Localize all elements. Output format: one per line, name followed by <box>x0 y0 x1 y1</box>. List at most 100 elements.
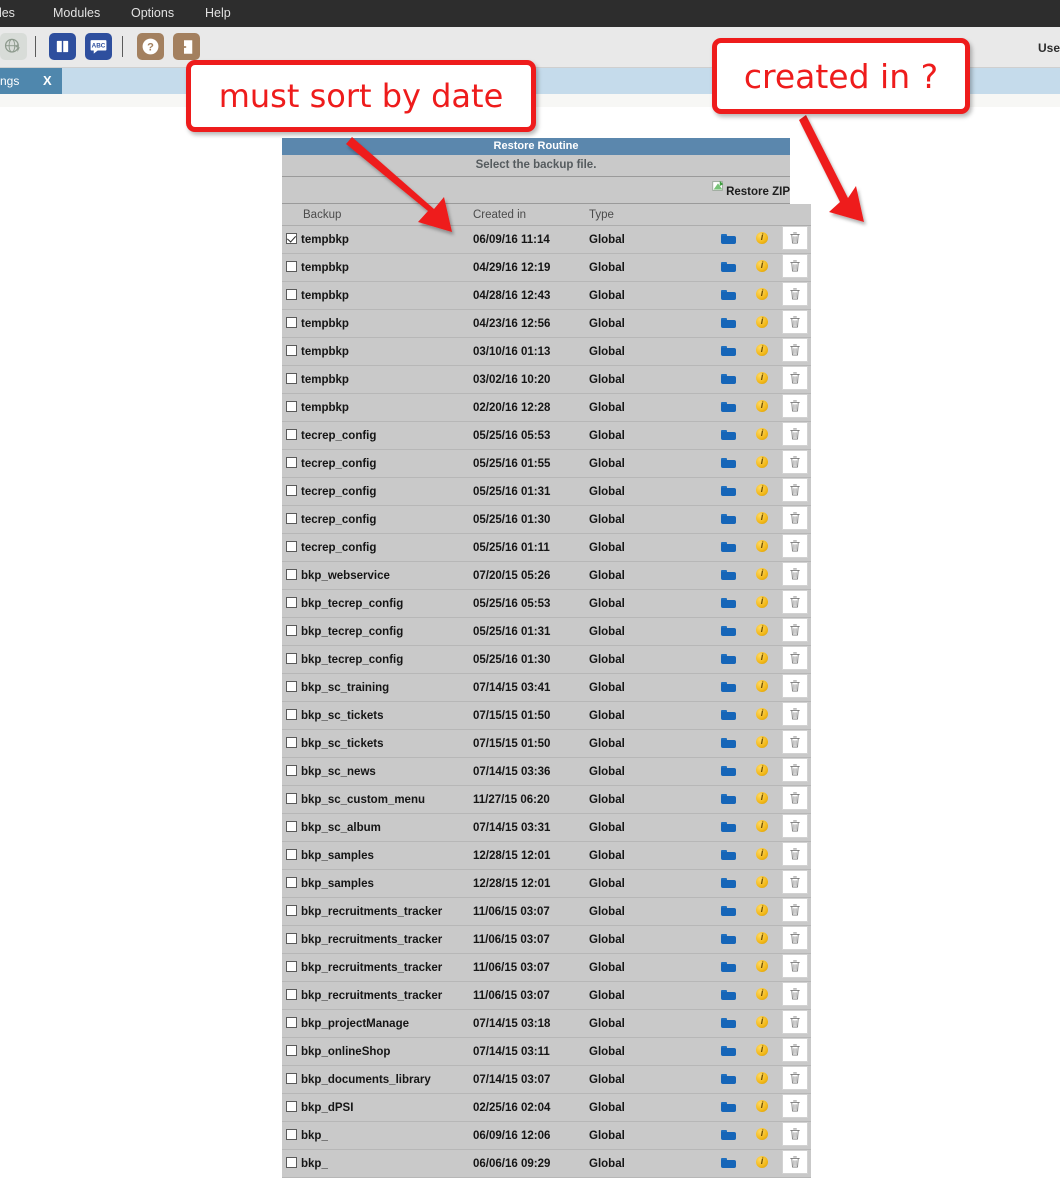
delete-button[interactable] <box>782 674 808 698</box>
row-checkbox[interactable] <box>286 905 297 916</box>
table-row[interactable]: bkp_sc_custom_menu 11/27/15 06:20 Global <box>282 785 811 814</box>
info-icon[interactable] <box>756 623 768 636</box>
table-row[interactable]: tecrep_config 05/25/16 01:11 Global <box>282 533 811 562</box>
table-row[interactable]: bkp_recruitments_tracker 11/06/15 03:07 Gl… <box>282 897 811 926</box>
delete-button[interactable] <box>782 1010 808 1034</box>
info-icon[interactable] <box>756 679 768 692</box>
row-checkbox[interactable] <box>286 989 297 1000</box>
delete-button[interactable] <box>782 422 808 446</box>
folder-icon[interactable] <box>720 625 736 636</box>
folder-icon[interactable] <box>720 1073 736 1084</box>
row-checkbox[interactable] <box>286 1017 297 1028</box>
info-icon[interactable] <box>756 1099 768 1112</box>
delete-button[interactable] <box>782 898 808 922</box>
info-icon[interactable] <box>756 1071 768 1084</box>
info-icon[interactable] <box>756 539 768 552</box>
column-header-created-in[interactable]: Created in <box>473 204 589 226</box>
row-checkbox[interactable] <box>286 1129 297 1140</box>
table-row[interactable]: bkp_samples 12/28/15 12:01 Global <box>282 841 811 870</box>
delete-button[interactable] <box>782 730 808 754</box>
row-checkbox[interactable] <box>286 1073 297 1084</box>
table-row[interactable]: bkp_tecrep_config 05/25/16 05:53 Global <box>282 589 811 618</box>
row-checkbox[interactable] <box>286 793 297 804</box>
folder-icon[interactable] <box>720 317 736 328</box>
menu-item-options[interactable]: Options <box>131 0 174 27</box>
delete-button[interactable] <box>782 226 808 250</box>
info-icon[interactable] <box>756 287 768 300</box>
table-row[interactable]: bkp_tecrep_config 05/25/16 01:31 Global <box>282 617 811 646</box>
table-row[interactable]: bkp_webservice 07/20/15 05:26 Global <box>282 561 811 590</box>
row-checkbox[interactable] <box>286 681 297 692</box>
delete-button[interactable] <box>782 506 808 530</box>
info-icon[interactable] <box>756 315 768 328</box>
tab-settings[interactable]: tings X <box>0 68 62 94</box>
menu-item-modules[interactable]: Modules <box>53 0 100 27</box>
menu-item-help[interactable]: Help <box>205 0 231 27</box>
folder-icon[interactable] <box>720 681 736 692</box>
delete-button[interactable] <box>782 982 808 1006</box>
delete-button[interactable] <box>782 534 808 558</box>
delete-button[interactable] <box>782 282 808 306</box>
folder-icon[interactable] <box>720 345 736 356</box>
info-icon[interactable] <box>756 259 768 272</box>
row-checkbox[interactable] <box>286 373 297 384</box>
folder-icon[interactable] <box>720 541 736 552</box>
delete-button[interactable] <box>782 618 808 642</box>
abc-spellcheck-icon[interactable]: ABC <box>85 33 112 60</box>
row-checkbox[interactable] <box>286 877 297 888</box>
info-icon[interactable] <box>756 1155 768 1168</box>
row-checkbox[interactable] <box>286 1101 297 1112</box>
delete-button[interactable] <box>782 450 808 474</box>
folder-icon[interactable] <box>720 1129 736 1140</box>
info-icon[interactable] <box>756 1015 768 1028</box>
info-icon[interactable] <box>756 875 768 888</box>
table-row[interactable]: bkp_sc_training 07/14/15 03:41 Global <box>282 673 811 702</box>
folder-icon[interactable] <box>720 793 736 804</box>
table-row[interactable]: tempbkp 03/02/16 10:20 Global <box>282 365 811 394</box>
column-header-type[interactable]: Type <box>589 204 711 226</box>
table-row[interactable]: tecrep_config 05/25/16 01:31 Global <box>282 477 811 506</box>
folder-icon[interactable] <box>720 485 736 496</box>
row-checkbox[interactable] <box>286 457 297 468</box>
delete-button[interactable] <box>782 814 808 838</box>
delete-button[interactable] <box>782 786 808 810</box>
delete-button[interactable] <box>782 954 808 978</box>
row-checkbox[interactable] <box>286 401 297 412</box>
delete-button[interactable] <box>782 1094 808 1118</box>
folder-icon[interactable] <box>720 401 736 412</box>
folder-icon[interactable] <box>720 709 736 720</box>
delete-button[interactable] <box>782 870 808 894</box>
info-icon[interactable] <box>756 595 768 608</box>
delete-button[interactable] <box>782 1122 808 1146</box>
row-checkbox[interactable] <box>286 961 297 972</box>
row-checkbox[interactable] <box>286 569 297 580</box>
info-icon[interactable] <box>756 427 768 440</box>
folder-icon[interactable] <box>720 821 736 832</box>
table-row[interactable]: bkp_recruitments_tracker 11/06/15 03:07 Gl… <box>282 981 811 1010</box>
table-row[interactable]: bkp_samples 12/28/15 12:01 Global <box>282 869 811 898</box>
row-checkbox[interactable] <box>286 653 297 664</box>
table-row[interactable]: tempbkp 04/29/16 12:19 Global <box>282 253 811 282</box>
table-row[interactable]: bkp_recruitments_tracker 11/06/15 03:07 Gl… <box>282 925 811 954</box>
delete-button[interactable] <box>782 590 808 614</box>
delete-button[interactable] <box>782 646 808 670</box>
table-row[interactable]: bkp_sc_news 07/14/15 03:36 Global <box>282 757 811 786</box>
table-row[interactable]: bkp_sc_tickets 07/15/15 01:50 Global <box>282 701 811 730</box>
folder-icon[interactable] <box>720 877 736 888</box>
folder-icon[interactable] <box>720 653 736 664</box>
table-row[interactable]: bkp_onlineShop 07/14/15 03:11 Global <box>282 1037 811 1066</box>
folder-icon[interactable] <box>720 429 736 440</box>
table-row[interactable]: bkp_sc_album 07/14/15 03:31 Global <box>282 813 811 842</box>
folder-icon[interactable] <box>720 457 736 468</box>
folder-icon[interactable] <box>720 1017 736 1028</box>
info-icon[interactable] <box>756 511 768 524</box>
info-icon[interactable] <box>756 763 768 776</box>
menu-item-ales[interactable]: ales <box>0 0 15 27</box>
folder-icon[interactable] <box>720 905 736 916</box>
row-checkbox[interactable] <box>286 233 297 244</box>
table-row[interactable]: bkp_projectManage 07/14/15 03:18 Global <box>282 1009 811 1038</box>
table-row[interactable]: tempbkp 03/10/16 01:13 Global <box>282 337 811 366</box>
table-row[interactable]: tecrep_config 05/25/16 05:53 Global <box>282 421 811 450</box>
row-checkbox[interactable] <box>286 261 297 272</box>
row-checkbox[interactable] <box>286 597 297 608</box>
